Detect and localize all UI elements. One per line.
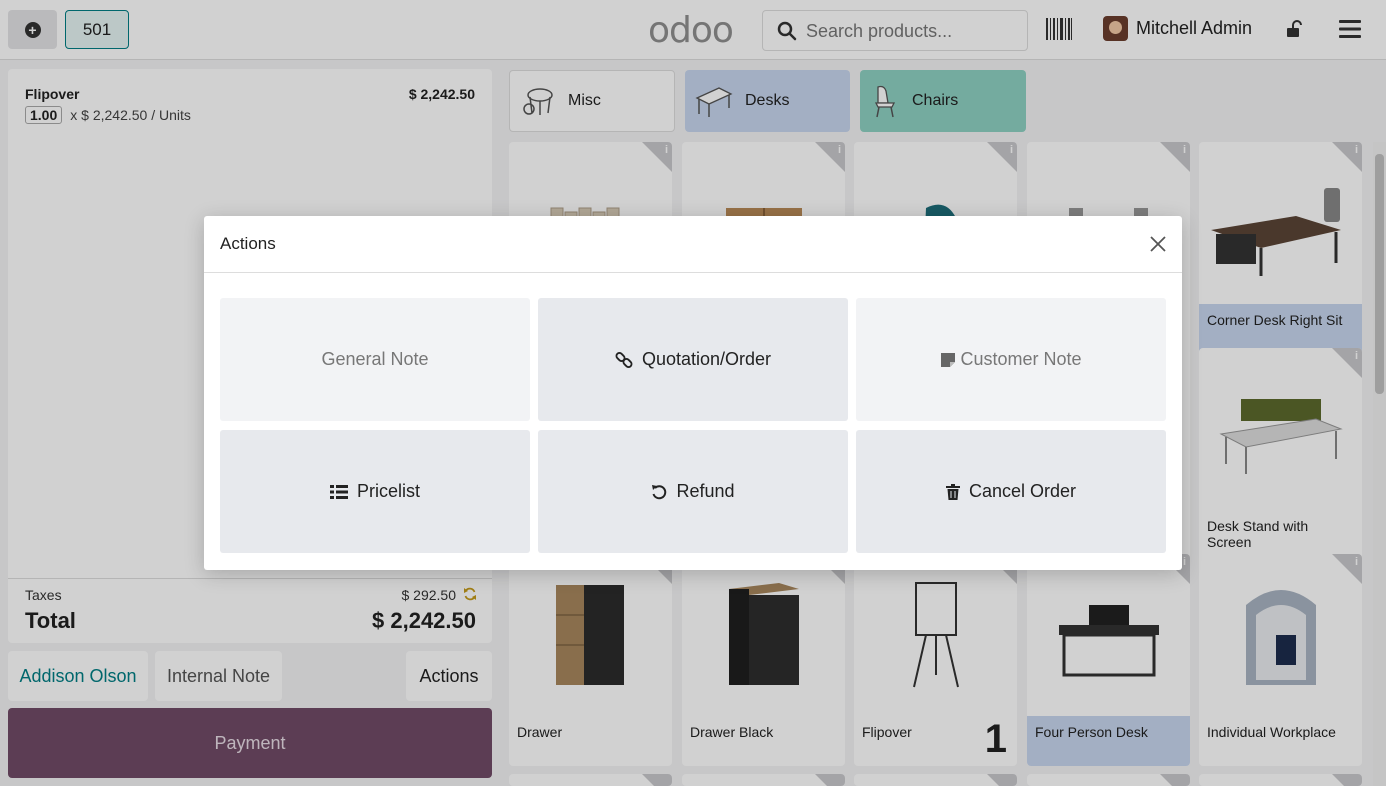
action-label: General Note: [321, 349, 429, 369]
action-label: Pricelist: [356, 481, 420, 501]
quotation-order-button[interactable]: Quotation/Order: [538, 298, 848, 421]
pricelist-button[interactable]: Pricelist: [220, 430, 530, 553]
sticky-note-icon: [941, 352, 956, 367]
action-label: Cancel Order: [968, 481, 1077, 501]
close-icon[interactable]: [1148, 234, 1168, 254]
action-label: Refund: [676, 481, 735, 501]
trash-icon: [945, 483, 960, 500]
link-icon: [615, 351, 633, 368]
refund-button[interactable]: Refund: [538, 430, 848, 553]
customer-note-button[interactable]: Customer Note: [856, 298, 1166, 421]
cancel-order-button[interactable]: Cancel Order: [856, 430, 1166, 553]
dialog-header: Actions: [204, 216, 1182, 273]
action-label: Quotation/Order: [641, 349, 772, 369]
action-label: Customer Note: [960, 349, 1082, 369]
list-icon: [329, 484, 348, 499]
undo-icon: [652, 484, 667, 499]
dialog-title: Actions: [220, 234, 276, 253]
general-note-button[interactable]: General Note: [220, 298, 530, 421]
actions-dialog: Actions General Note Quotation/Order Cus…: [204, 216, 1182, 570]
